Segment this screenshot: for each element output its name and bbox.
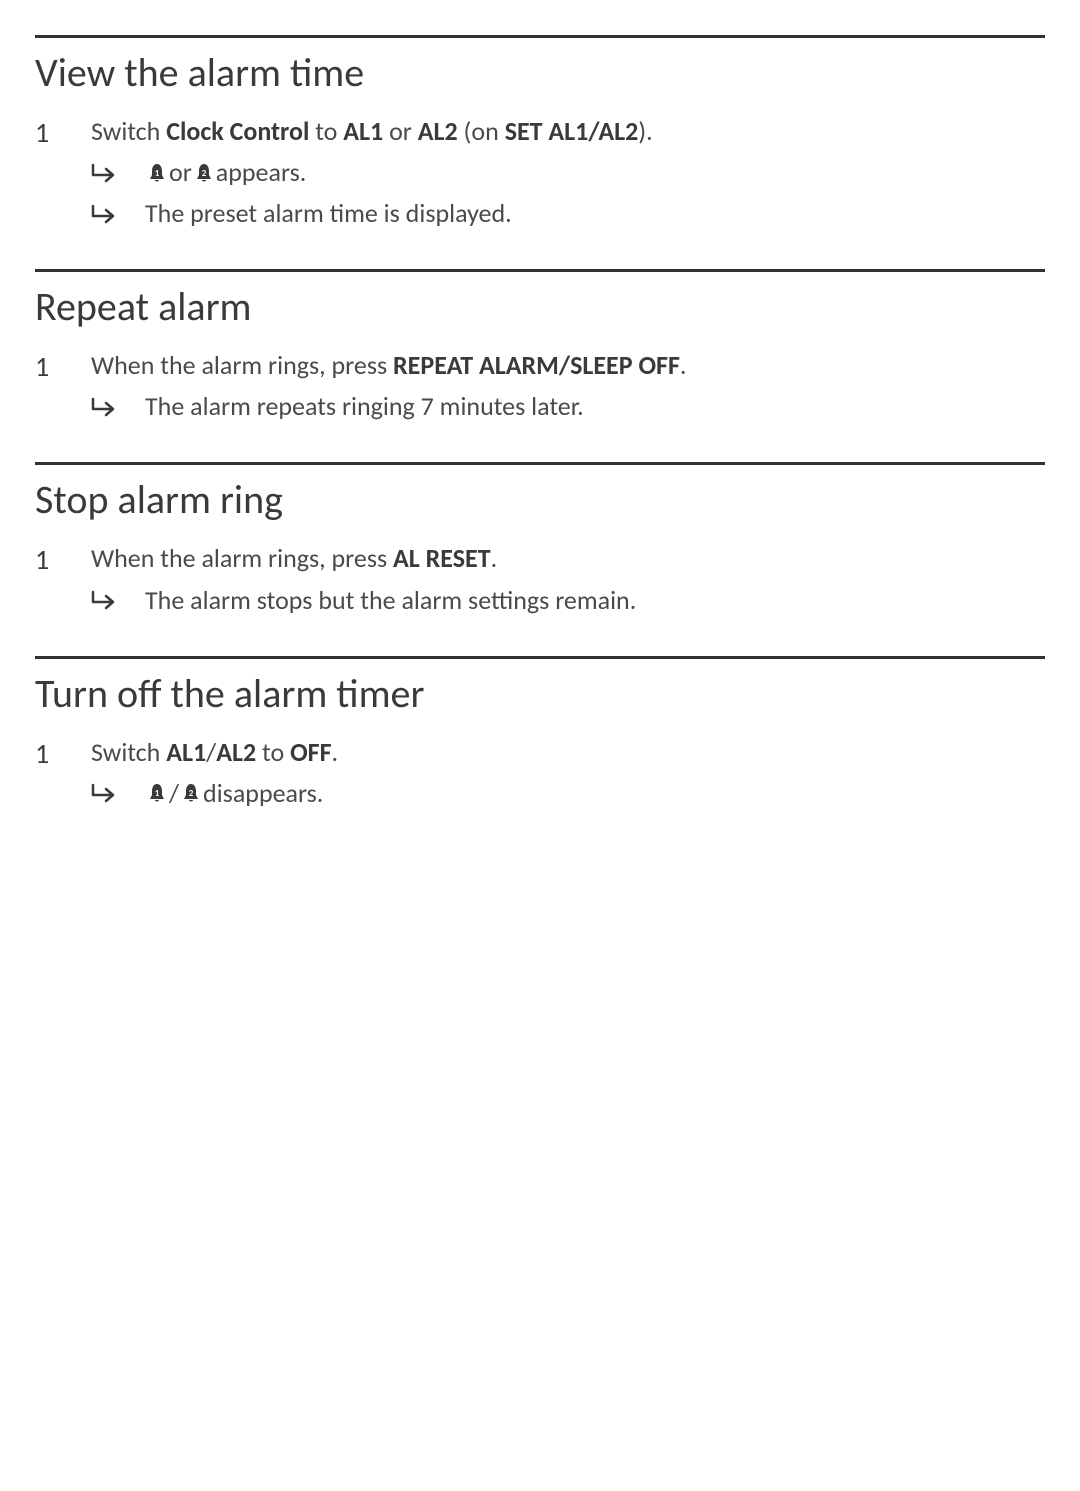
step: 1 Switch AL1/AL2 to OFF. 1/2 disappears.: [35, 735, 1045, 817]
text: to: [256, 736, 290, 768]
step-text: Switch Clock Control to AL1 or AL2 (on S…: [91, 114, 1045, 149]
bold-text: SET AL1/AL2: [505, 115, 639, 147]
bold-text: AL1: [166, 736, 206, 768]
bell-1-icon: 1: [147, 162, 167, 184]
result-arrow-icon: [91, 204, 145, 224]
result-arrow-icon: [91, 163, 145, 183]
step-body: Switch Clock Control to AL1 or AL2 (on S…: [91, 114, 1045, 237]
text: /: [206, 736, 216, 768]
step-body: When the alarm rings, press AL RESET. Th…: [91, 541, 1045, 623]
step-number: 1: [35, 735, 91, 773]
bold-text: AL1: [343, 115, 383, 147]
step: 1 When the alarm rings, press AL RESET. …: [35, 541, 1045, 623]
text: or: [169, 155, 192, 190]
bold-text: AL RESET: [393, 542, 491, 574]
bell-2-icon: 2: [181, 782, 201, 804]
step: 1 When the alarm rings, press REPEAT ALA…: [35, 348, 1045, 430]
step-text: When the alarm rings, press REPEAT ALARM…: [91, 348, 1045, 383]
text: When the alarm rings, press: [91, 542, 393, 574]
text: disappears.: [203, 776, 323, 811]
bold-text: REPEAT ALARM/SLEEP OFF: [393, 349, 680, 381]
text: Switch: [91, 736, 166, 768]
sub-result: The alarm repeats ringing 7 minutes late…: [91, 389, 1045, 424]
svg-text:1: 1: [155, 788, 160, 799]
sub-text: The preset alarm time is displayed.: [145, 196, 1045, 231]
step-number: 1: [35, 114, 91, 152]
text: or: [383, 115, 418, 147]
step-number: 1: [35, 348, 91, 386]
section-turn-off-alarm-timer: Turn off the alarm timer 1 Switch AL1/AL…: [35, 656, 1045, 849]
step: 1 Switch Clock Control to AL1 or AL2 (on…: [35, 114, 1045, 237]
step-number: 1: [35, 541, 91, 579]
text: .: [680, 349, 687, 381]
text: ).: [638, 115, 652, 147]
text: appears.: [216, 155, 307, 190]
section-stop-alarm-ring: Stop alarm ring 1 When the alarm rings, …: [35, 462, 1045, 655]
section-title: View the alarm time: [35, 46, 1045, 100]
bold-text: Clock Control: [166, 115, 309, 147]
text: /: [169, 776, 179, 811]
bell-1-icon: 1: [147, 782, 167, 804]
svg-text:2: 2: [189, 788, 194, 799]
text: to: [309, 115, 343, 147]
step-text: Switch AL1/AL2 to OFF.: [91, 735, 1045, 770]
sub-text: 1 / 2 disappears.: [145, 776, 1045, 811]
section-title: Turn off the alarm timer: [35, 667, 1045, 721]
step-body: Switch AL1/AL2 to OFF. 1/2 disappears.: [91, 735, 1045, 817]
text: When the alarm rings, press: [91, 349, 393, 381]
sub-result: 1 or 2 appears.: [91, 155, 1045, 190]
sub-result: The alarm stops but the alarm settings r…: [91, 583, 1045, 618]
section-title: Repeat alarm: [35, 280, 1045, 334]
result-arrow-icon: [91, 397, 145, 417]
svg-text:1: 1: [155, 168, 160, 179]
sub-text: The alarm stops but the alarm settings r…: [145, 583, 1045, 618]
result-arrow-icon: [91, 783, 145, 803]
text: .: [332, 736, 339, 768]
step-body: When the alarm rings, press REPEAT ALARM…: [91, 348, 1045, 430]
text: Switch: [91, 115, 166, 147]
section-title: Stop alarm ring: [35, 473, 1045, 527]
text: (on: [458, 115, 505, 147]
sub-text: The alarm repeats ringing 7 minutes late…: [145, 389, 1045, 424]
bell-2-icon: 2: [194, 162, 214, 184]
bold-text: OFF: [290, 736, 331, 768]
result-arrow-icon: [91, 590, 145, 610]
step-text: When the alarm rings, press AL RESET.: [91, 541, 1045, 576]
bold-text: AL2: [418, 115, 458, 147]
sub-result: The preset alarm time is displayed.: [91, 196, 1045, 231]
sub-text: 1 or 2 appears.: [145, 155, 1045, 190]
text: .: [491, 542, 498, 574]
section-repeat-alarm: Repeat alarm 1 When the alarm rings, pre…: [35, 269, 1045, 462]
bold-text: AL2: [216, 736, 256, 768]
sub-result: 1 / 2 disappears.: [91, 776, 1045, 811]
section-view-alarm-time: View the alarm time 1 Switch Clock Contr…: [35, 35, 1045, 269]
svg-text:2: 2: [202, 168, 207, 179]
